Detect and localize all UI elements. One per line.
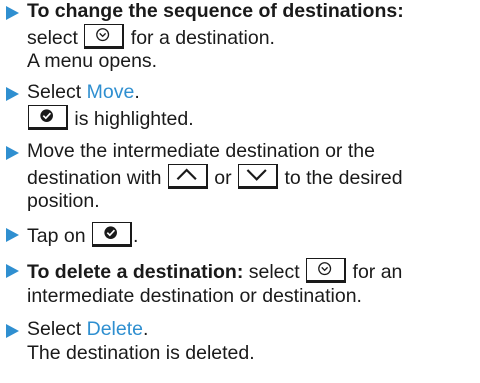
instruction-page: To change the sequence of destinations: … — [0, 0, 480, 383]
move-option-link: Move — [86, 81, 135, 103]
delete-option-link: Delete — [86, 318, 143, 340]
chevron-up-icon — [167, 163, 208, 189]
step-text: A menu opens. — [27, 50, 158, 72]
triangle-right-icon — [6, 87, 19, 101]
checkmark-circle-icon — [28, 104, 68, 130]
triangle-right-icon — [6, 264, 19, 278]
circle-chevron-down-icon — [306, 258, 347, 283]
step-text: Move the intermediate destination or the — [27, 140, 375, 162]
step-text: Tap on . — [27, 222, 480, 249]
chevron-down-icon — [238, 163, 279, 189]
step-text: Select Move. — [27, 81, 140, 103]
triangle-right-icon — [6, 228, 19, 242]
circle-chevron-down-icon — [84, 23, 125, 49]
step-text: is highlighted. — [27, 104, 480, 132]
step-heading: To change the sequence of destinations: — [27, 0, 404, 22]
triangle-right-icon — [6, 6, 19, 20]
step-text: Select Delete. — [27, 318, 149, 340]
step-text: position. — [27, 190, 100, 212]
step-text: destination with or to the desired — [27, 163, 480, 191]
triangle-right-icon — [6, 324, 19, 338]
step-text: intermediate destination or destination. — [27, 284, 362, 307]
step-text: The destination is deleted. — [27, 341, 255, 364]
checkmark-circle-icon — [91, 222, 132, 247]
step-text: To delete a destination: select for an — [27, 258, 480, 285]
triangle-right-icon — [6, 146, 19, 160]
step-text: select for a destination. — [27, 23, 480, 51]
